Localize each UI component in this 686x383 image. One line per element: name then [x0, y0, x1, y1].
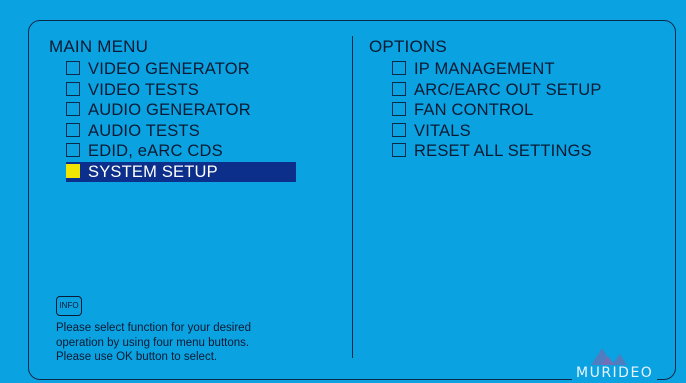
checkbox-icon	[392, 122, 406, 137]
option-label: VITALS	[414, 121, 471, 140]
checkbox-icon	[66, 122, 80, 137]
menu-item-edid-earc-cds[interactable]: EDID, eARC CDS	[66, 141, 296, 162]
menu-screen: MAIN MENU VIDEO GENERATOR VIDEO TESTS AU…	[0, 0, 686, 383]
options-heading: OPTIONS	[369, 37, 447, 56]
option-reset-all-settings[interactable]: RESET ALL SETTINGS	[392, 141, 632, 162]
brand-logo: MURIDEO	[566, 344, 678, 381]
main-menu-heading: MAIN MENU	[49, 37, 149, 56]
option-fan-control[interactable]: FAN CONTROL	[392, 100, 632, 121]
option-label: IP MANAGEMENT	[414, 60, 555, 78]
menu-item-system-setup[interactable]: SYSTEM SETUP	[66, 161, 296, 182]
help-text: Please select function for your desired …	[56, 321, 316, 365]
option-arc-earc-out-setup[interactable]: ARC/EARC OUT SETUP	[392, 80, 632, 101]
menu-item-label: VIDEO GENERATOR	[88, 60, 250, 78]
option-label: RESET ALL SETTINGS	[414, 142, 592, 160]
menu-item-video-generator[interactable]: VIDEO GENERATOR	[66, 59, 296, 80]
menu-item-audio-generator[interactable]: AUDIO GENERATOR	[66, 100, 296, 121]
checkbox-icon	[66, 61, 80, 76]
checkbox-icon	[392, 143, 406, 158]
checkbox-icon	[66, 102, 80, 117]
menu-item-label: VIDEO TESTS	[88, 80, 200, 99]
info-badge: INFO	[56, 296, 82, 316]
menu-item-label: AUDIO GENERATOR	[88, 101, 251, 119]
menu-item-label: EDID, eARC CDS	[88, 142, 223, 160]
options-list: IP MANAGEMENT ARC/EARC OUT SETUP FAN CON…	[392, 59, 632, 162]
checkbox-icon	[392, 81, 406, 96]
option-label: FAN CONTROL	[414, 101, 534, 119]
main-menu-list: VIDEO GENERATOR VIDEO TESTS AUDIO GENERA…	[66, 59, 296, 182]
column-divider	[352, 36, 353, 358]
help-line: Please select function for your desired	[56, 322, 251, 334]
checkbox-icon	[392, 61, 406, 76]
checkbox-icon	[66, 81, 80, 96]
help-line: Please use OK button to select.	[56, 351, 218, 363]
help-line: operation by using four menu buttons.	[56, 336, 250, 349]
checkbox-icon	[392, 102, 406, 117]
option-vitals[interactable]: VITALS	[392, 121, 632, 142]
option-ip-management[interactable]: IP MANAGEMENT	[392, 59, 632, 80]
option-label: ARC/EARC OUT SETUP	[414, 80, 602, 99]
menu-item-audio-tests[interactable]: AUDIO TESTS	[66, 121, 296, 142]
checkbox-icon	[66, 143, 80, 158]
brand-name: MURIDEO	[572, 365, 658, 381]
menu-item-label: AUDIO TESTS	[88, 121, 200, 140]
menu-item-video-tests[interactable]: VIDEO TESTS	[66, 80, 296, 101]
checkbox-selected-icon	[66, 163, 80, 178]
menu-item-label: SYSTEM SETUP	[88, 162, 218, 181]
